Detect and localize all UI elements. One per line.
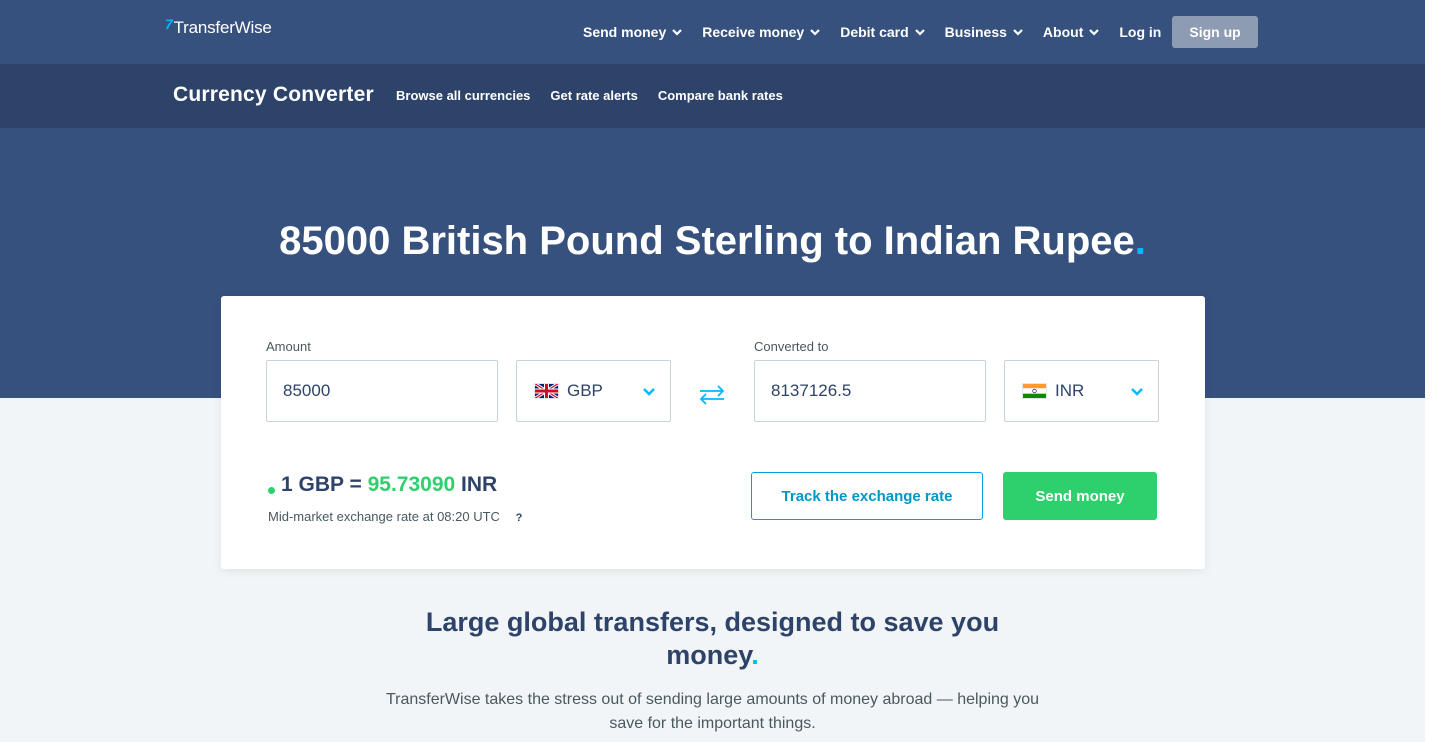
signup-button[interactable]: Sign up — [1172, 16, 1258, 48]
nav-debit-card[interactable]: Debit card — [840, 24, 925, 40]
transferwise-logo[interactable]: 7 TransferWise — [165, 16, 272, 38]
top-navigation-bar: 7 TransferWise Send money Receive money … — [0, 0, 1425, 64]
converted-field[interactable] — [754, 360, 986, 422]
chevron-down-icon — [1089, 29, 1100, 36]
to-currency-code: INR — [1055, 381, 1085, 400]
title-dot: . — [1134, 219, 1146, 263]
nav-label: Send money — [583, 24, 667, 40]
nav-label: Debit card — [840, 24, 909, 40]
track-rate-button[interactable]: Track the exchange rate — [751, 472, 983, 520]
nav-business[interactable]: Business — [945, 24, 1023, 40]
send-money-button[interactable]: Send money — [1003, 472, 1157, 520]
sub-navigation-bar: Currency Converter Browse all currencies… — [0, 64, 1425, 128]
rate-suffix: INR — [461, 473, 498, 496]
hero-title: 85000 British Pound Sterling to Indian R… — [0, 219, 1425, 264]
chevron-down-icon — [1013, 29, 1023, 36]
section-title-text: Large global transfers, designed to save… — [425, 607, 1000, 670]
logo-text: TransferWise — [173, 18, 272, 37]
rate-note-text: Mid-market exchange rate at 08:20 UTC — [268, 509, 500, 524]
nav-send-money[interactable]: Send money — [583, 24, 683, 40]
from-currency-code: GBP — [567, 381, 603, 400]
rate-note: Mid-market exchange rate at 08:20 UTC ? — [268, 509, 522, 524]
nav-about[interactable]: About — [1042, 24, 1100, 40]
page: 7 TransferWise Send money Receive money … — [0, 0, 1425, 742]
nav-label: Business — [944, 24, 1007, 40]
swap-currencies-icon[interactable] — [697, 384, 727, 406]
section-body: TransferWise takes the stress out of sen… — [0, 688, 1425, 736]
live-rate-indicator — [268, 487, 275, 494]
nav-label: Receive money — [702, 24, 805, 40]
amount-input[interactable] — [267, 361, 497, 421]
chevron-down-icon — [672, 29, 683, 36]
nav-receive-money[interactable]: Receive money — [702, 24, 820, 40]
compare-bank-rates-link[interactable]: Compare bank rates — [658, 88, 783, 103]
converted-label: Converted to — [754, 339, 829, 354]
rate-prefix: 1 GBP = — [281, 473, 362, 496]
chevron-down-icon — [914, 29, 925, 36]
amount-label: Amount — [266, 339, 311, 354]
exchange-rate: 1 GBP = 95.73090 INR — [281, 473, 497, 497]
nav-label: About — [1042, 24, 1084, 40]
login-link[interactable]: Log in — [1119, 24, 1161, 40]
converted-input[interactable] — [755, 361, 985, 421]
chevron-down-icon — [810, 29, 820, 36]
scrollbar[interactable] — [1425, 0, 1440, 742]
uk-flag-icon — [534, 383, 559, 399]
hero-title-text: 85000 British Pound Sterling to Indian R… — [279, 219, 1135, 263]
main-nav: Send money Receive money Debit card Busi… — [583, 16, 1258, 48]
page-title[interactable]: Currency Converter — [173, 83, 374, 107]
chevron-down-icon — [643, 388, 655, 396]
rate-alerts-link[interactable]: Get rate alerts — [550, 88, 637, 103]
help-icon[interactable]: ? — [516, 512, 523, 524]
amount-field[interactable] — [266, 360, 498, 422]
section-body-text: TransferWise takes the stress out of sen… — [385, 691, 1040, 732]
subnav-links: Browse all currencies Get rate alerts Co… — [396, 88, 803, 103]
title-dot: . — [751, 640, 759, 670]
section-title: Large global transfers, designed to save… — [0, 606, 1425, 672]
india-flag-icon — [1022, 383, 1047, 399]
logo-mark-icon: 7 — [165, 16, 173, 32]
converter-card: Amount GBP Converted — [221, 296, 1205, 569]
rate-value: 95.73090 — [367, 473, 456, 496]
browse-currencies-link[interactable]: Browse all currencies — [396, 88, 530, 103]
to-currency-select[interactable]: INR — [1004, 360, 1159, 422]
from-currency-select[interactable]: GBP — [516, 360, 671, 422]
chevron-down-icon — [1131, 388, 1143, 396]
